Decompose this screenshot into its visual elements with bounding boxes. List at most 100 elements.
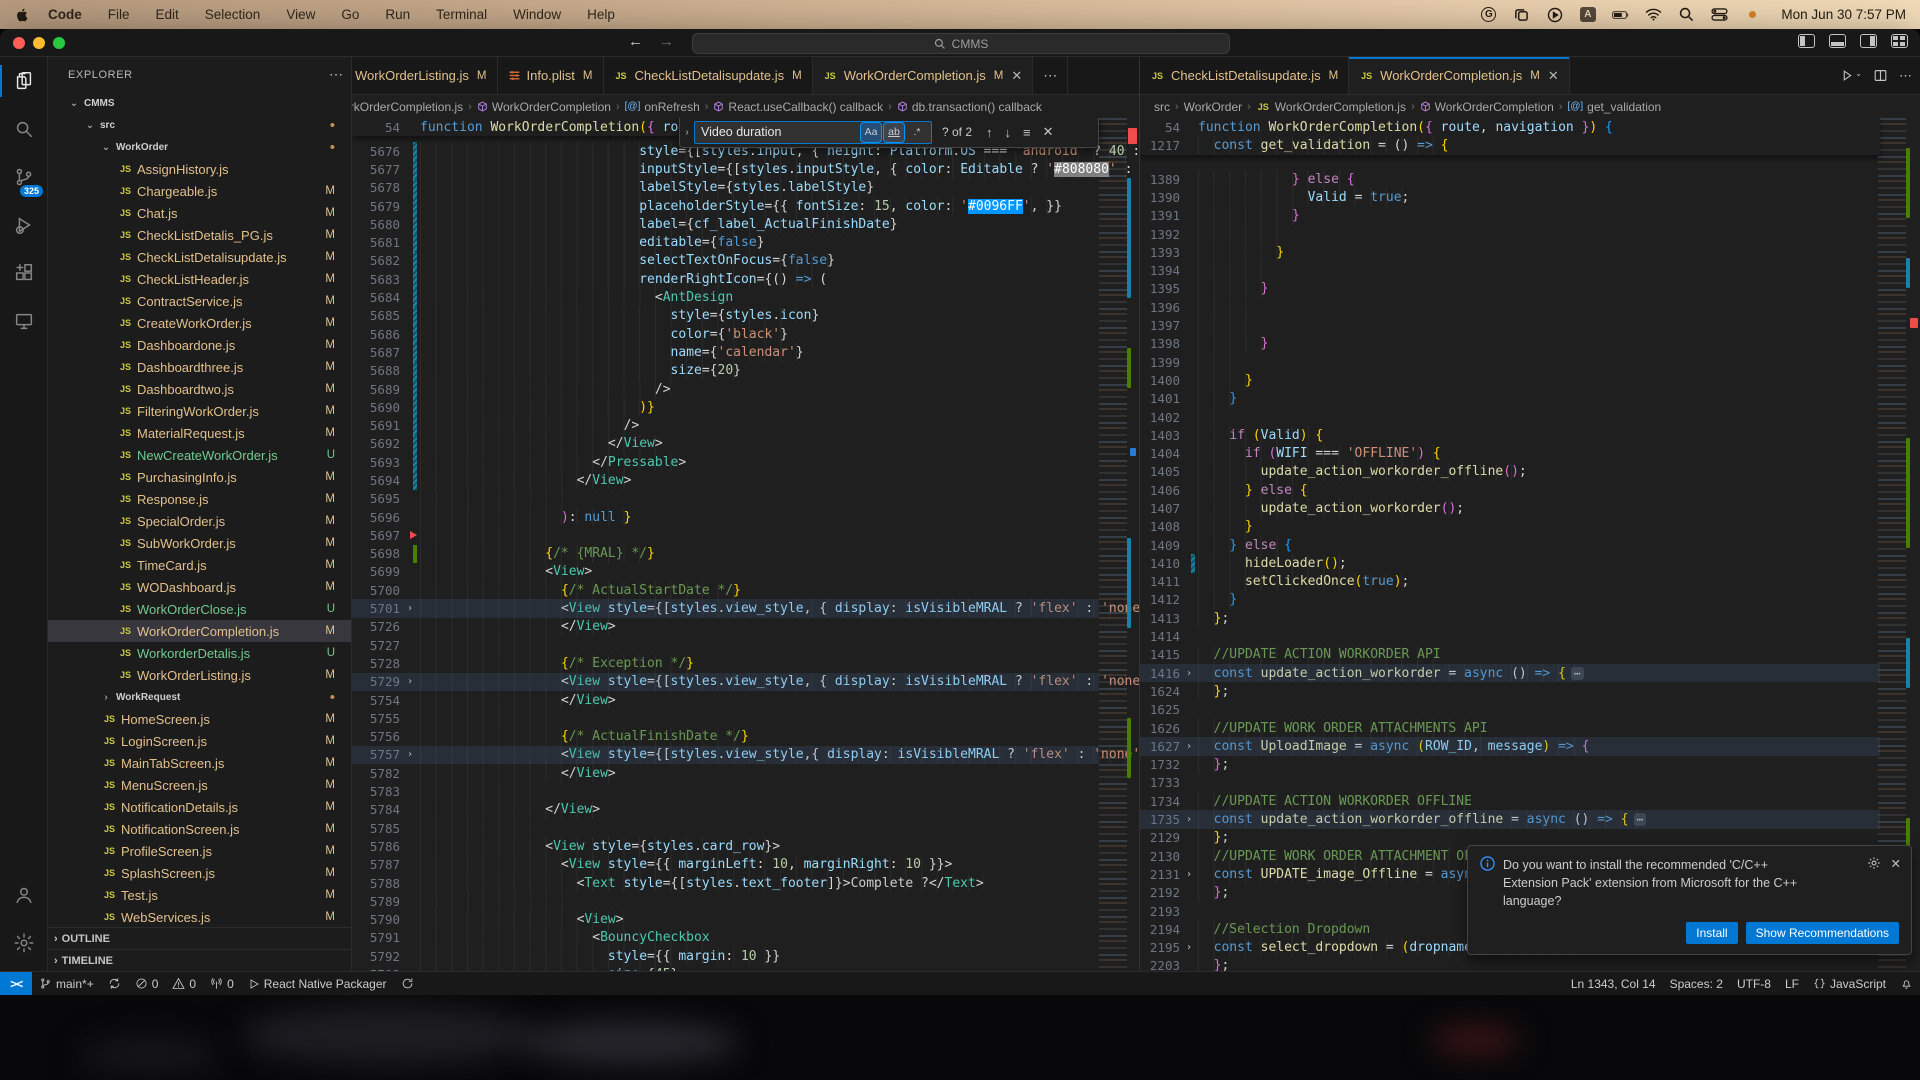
- breadcrumb-item[interactable]: WorkOrderCompletion: [477, 100, 611, 114]
- match-case-icon[interactable]: Aa: [861, 123, 881, 142]
- breadcrumbs-group-2[interactable]: src›WorkOrder›JSWorkOrderCompletion.js›W…: [1140, 95, 1920, 118]
- code-line[interactable]: 5680label={cf_label_ActualFinishDate}: [352, 215, 1099, 233]
- grammarly-icon[interactable]: G: [1480, 7, 1497, 22]
- editor-tab-checklistdetalisupdate-js[interactable]: JSCheckListDetalisupdate.jsM: [604, 57, 813, 94]
- toggle-replace-icon[interactable]: ›: [680, 127, 694, 138]
- code-line[interactable]: 5694</View>: [352, 471, 1099, 489]
- notification-settings-gear-icon[interactable]: [1867, 856, 1881, 910]
- tree-file-contractservice-js[interactable]: JSContractService.jsM: [48, 290, 351, 312]
- minimap-group-1[interactable]: [1099, 118, 1127, 971]
- code-line[interactable]: 1390Valid = true;: [1140, 188, 1880, 206]
- menu-item-run[interactable]: Run: [385, 7, 410, 22]
- tree-file-workorderlisting-js[interactable]: JSWorkOrderListing.jsM: [48, 664, 351, 686]
- code-line[interactable]: 1405update_action_workorder_offline();: [1140, 463, 1880, 481]
- code-line[interactable]: 5693</Pressable>: [352, 453, 1099, 471]
- notification-button-install[interactable]: Install: [1686, 922, 1737, 944]
- code-line[interactable]: 54function WorkOrderCompletion({ route, …: [1140, 118, 1880, 136]
- code-line[interactable]: 5726</View>: [352, 618, 1099, 636]
- code-line[interactable]: 1410hideLoader();: [1140, 554, 1880, 572]
- code-line[interactable]: 5783: [352, 782, 1099, 800]
- code-line[interactable]: 5754</View>: [352, 691, 1099, 709]
- code-line[interactable]: 1398}: [1140, 335, 1880, 353]
- fold-chevron-icon[interactable]: ›: [1186, 869, 1192, 880]
- code-line[interactable]: 5689/>: [352, 380, 1099, 398]
- nav-forward-icon[interactable]: →: [659, 33, 674, 50]
- activity-extensions[interactable]: [0, 249, 48, 297]
- tree-file-workordercompletion-js[interactable]: JSWorkOrderCompletion.jsM: [48, 620, 351, 642]
- activity-run-debug[interactable]: [0, 201, 48, 249]
- find-close-icon[interactable]: ✕: [1043, 124, 1054, 140]
- code-line[interactable]: 5698{/* {MRAL} */}: [352, 545, 1099, 563]
- battery-icon[interactable]: [1612, 7, 1629, 22]
- find-previous-icon[interactable]: ↑: [986, 125, 993, 140]
- code-line[interactable]: 1403if (Valid) {: [1140, 426, 1880, 444]
- code-line[interactable]: 5695: [352, 490, 1099, 508]
- statusbar-indentation[interactable]: Spaces: 2: [1663, 972, 1730, 995]
- tree-file-dashboardone-js[interactable]: JSDashboardone.jsM: [48, 334, 351, 356]
- activity-account[interactable]: [0, 871, 48, 919]
- code-line[interactable]: 1414: [1140, 627, 1880, 645]
- fold-chevron-icon[interactable]: ›: [1186, 668, 1192, 679]
- minimize-traffic-light[interactable]: [33, 37, 45, 49]
- statusbar-eol[interactable]: LF: [1778, 972, 1806, 995]
- tree-file-dashboardthree-js[interactable]: JSDashboardthree.jsM: [48, 356, 351, 378]
- notification-dot[interactable]: [1744, 7, 1761, 22]
- close-traffic-light[interactable]: [13, 37, 25, 49]
- tree-file-chat-js[interactable]: JSChat.jsM: [48, 202, 351, 224]
- code-line[interactable]: 1408}: [1140, 518, 1880, 536]
- tree-file-dashboardtwo-js[interactable]: JSDashboardtwo.jsM: [48, 378, 351, 400]
- activity-settings-gear[interactable]: [0, 919, 48, 967]
- breadcrumb-item[interactable]: WorkOrderCompletion: [1420, 100, 1554, 114]
- code-line[interactable]: 1407update_action_workorder();: [1140, 499, 1880, 517]
- notification-button-show-recommendations[interactable]: Show Recommendations: [1746, 922, 1899, 944]
- breadcrumb-item[interactable]: [@]onRefresh: [625, 100, 700, 114]
- statusbar-sync[interactable]: [101, 972, 128, 995]
- code-line[interactable]: 5678labelStyle={styles.labelStyle}: [352, 179, 1099, 197]
- code-line[interactable]: 5701›<View style={[styles.view_style, { …: [352, 599, 1099, 617]
- tree-file-loginscreen-js[interactable]: JSLoginScreen.jsM: [48, 730, 351, 752]
- code-line[interactable]: 5692</View>: [352, 435, 1099, 453]
- editor-tab-workordercompletion-js[interactable]: JSWorkOrderCompletion.jsM✕: [1349, 57, 1570, 94]
- control-center-icon[interactable]: [1711, 7, 1728, 22]
- editor-tab-workorderlisting-js[interactable]: JSWorkOrderListing.jsM: [352, 57, 498, 94]
- code-line[interactable]: 1389} else {: [1140, 170, 1880, 188]
- code-line[interactable]: 1397: [1140, 316, 1880, 334]
- code-line[interactable]: 5699<View>: [352, 563, 1099, 581]
- statusbar-task[interactable]: React Native Packager: [241, 972, 394, 995]
- code-line[interactable]: 5785: [352, 819, 1099, 837]
- statusbar-task-refresh[interactable]: [394, 972, 421, 995]
- tree-file-checklistdetalis_pg-js[interactable]: JSCheckListDetalis_PG.jsM: [48, 224, 351, 246]
- statusbar-remote-indicator[interactable]: ><: [0, 972, 32, 995]
- code-line[interactable]: 5757›<View style={[styles.view_style,{ d…: [352, 746, 1099, 764]
- copy-icon[interactable]: [1513, 7, 1530, 22]
- play-circle-icon[interactable]: [1546, 7, 1563, 22]
- breadcrumb-item[interactable]: React.useCallback() callback: [713, 100, 883, 114]
- fold-chevron-icon[interactable]: ›: [1186, 942, 1192, 953]
- code-line[interactable]: 5684<AntDesign: [352, 288, 1099, 306]
- fold-chevron-icon[interactable]: ›: [407, 749, 413, 760]
- tree-file-chargeable-js[interactable]: JSChargeable.jsM: [48, 180, 351, 202]
- regex-icon[interactable]: .*: [907, 123, 927, 142]
- activity-remote-explorer[interactable]: [0, 297, 48, 345]
- menu-item-edit[interactable]: Edit: [156, 7, 179, 22]
- statusbar-errors[interactable]: 0: [128, 972, 166, 995]
- fold-chevron-icon[interactable]: ›: [1186, 741, 1192, 752]
- code-line[interactable]: 1404if (WIFI === 'OFFLINE') {: [1140, 444, 1880, 462]
- code-line[interactable]: 1627›const UploadImage = async (ROW_ID, …: [1140, 737, 1880, 755]
- code-line[interactable]: 5792style={{ margin: 10 }}: [352, 947, 1099, 965]
- menu-item-window[interactable]: Window: [513, 7, 561, 22]
- code-line[interactable]: 5787<View style={{ marginLeft: 10, margi…: [352, 856, 1099, 874]
- tree-file-menuscreen-js[interactable]: JSMenuScreen.jsM: [48, 774, 351, 796]
- more-actions-icon[interactable]: ⋯: [1899, 68, 1912, 84]
- code-line[interactable]: 5687name={'calendar'}: [352, 343, 1099, 361]
- menu-item-file[interactable]: File: [108, 7, 130, 22]
- minimap-group-2[interactable]: [1878, 118, 1906, 971]
- code-line[interactable]: 1395}: [1140, 280, 1880, 298]
- code-line[interactable]: 1409} else {: [1140, 536, 1880, 554]
- tab-close-icon[interactable]: ✕: [1011, 68, 1022, 84]
- tab-close-icon[interactable]: ✕: [1548, 68, 1559, 84]
- customize-layout-icon[interactable]: [1891, 34, 1908, 48]
- code-line[interactable]: 5686color={'black'}: [352, 325, 1099, 343]
- code-line[interactable]: 1416›const update_action_workorder = asy…: [1140, 664, 1880, 682]
- code-line[interactable]: 5727: [352, 636, 1099, 654]
